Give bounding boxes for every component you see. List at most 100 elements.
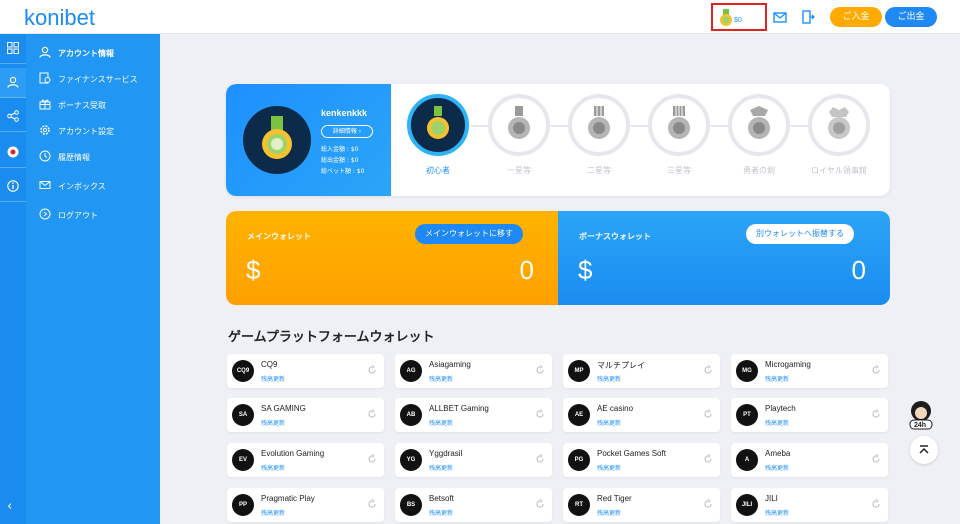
profile-summary: kenkenkkk 詳細情報 › 総入金額 : $0 総出金額 : $0 総ベッ… — [226, 84, 391, 196]
refresh-balance-link[interactable]: 残高更新 — [765, 418, 789, 427]
level-hero-sword[interactable]: 勇者の剣 — [728, 94, 790, 176]
main-wallet-card: メインウォレット メインウォレットに移す $ 0 — [226, 211, 558, 305]
platform-card[interactable]: RT Red Tiger 残高更新 — [563, 488, 720, 522]
refresh-icon[interactable] — [703, 454, 713, 464]
platform-card[interactable]: BS Betsoft 残高更新 — [395, 488, 552, 522]
sidebar-item-history[interactable]: 履歴情報 — [26, 145, 160, 171]
asiagaming-logo: AG — [400, 360, 422, 382]
platform-name: Playtech — [765, 404, 796, 413]
japan-flag-icon — [7, 146, 19, 158]
refresh-icon[interactable] — [871, 409, 881, 419]
platform-name: Asiagaming — [429, 360, 471, 369]
three-star-medal-icon — [668, 106, 690, 139]
back-to-top-button[interactable] — [910, 436, 938, 464]
sidebar-item-inbox[interactable]: インボックス — [26, 174, 160, 200]
refresh-icon[interactable] — [535, 454, 545, 464]
platform-card[interactable]: PG Pocket Games Soft 残高更新 — [563, 443, 720, 477]
refresh-icon[interactable] — [367, 499, 377, 509]
one-star-medal-icon — [508, 106, 530, 139]
platform-card[interactable]: MP マルチプレイ 残高更新 — [563, 354, 720, 388]
platform-card[interactable]: PT Playtech 残高更新 — [731, 398, 888, 432]
platform-card[interactable]: SA SA GAMING 残高更新 — [227, 398, 384, 432]
rail-language-button[interactable] — [0, 138, 26, 168]
refresh-balance-link[interactable]: 残高更新 — [429, 508, 453, 517]
refresh-balance-link[interactable]: 残高更新 — [765, 508, 789, 517]
level-badge — [648, 94, 710, 156]
platform-card[interactable]: AB ALLBET Gaming 残高更新 — [395, 398, 552, 432]
refresh-balance-link[interactable]: 残高更新 — [261, 508, 285, 517]
logo-text: konibet — [24, 5, 95, 30]
refresh-balance-link[interactable]: 残高更新 — [765, 463, 789, 472]
sidebar-item-bonus[interactable]: ボーナス受取 — [26, 93, 160, 119]
refresh-balance-link[interactable]: 残高更新 — [765, 374, 789, 383]
refresh-balance-link[interactable]: 残高更新 — [261, 463, 285, 472]
transfer-to-other-wallet-button[interactable]: 別ウォレットへ振替する — [746, 224, 854, 244]
platform-name: SA GAMING — [261, 404, 306, 413]
refresh-icon[interactable] — [703, 409, 713, 419]
platform-card[interactable]: AG Asiagaming 残高更新 — [395, 354, 552, 388]
refresh-icon[interactable] — [703, 365, 713, 375]
refresh-icon[interactable] — [535, 499, 545, 509]
platform-name: AE casino — [597, 404, 634, 413]
refresh-icon[interactable] — [535, 365, 545, 375]
konibet-logo[interactable]: konibet — [22, 4, 142, 30]
rail-user-button[interactable] — [0, 68, 26, 98]
refresh-balance-link[interactable]: 残高更新 — [261, 374, 285, 383]
refresh-balance-link[interactable]: 残高更新 — [261, 418, 285, 427]
balance-display[interactable]: $0 — [711, 3, 767, 31]
level-beginner[interactable]: 初心者 — [407, 94, 469, 176]
platform-wallets-title: ゲームプラットフォームウォレット — [228, 330, 435, 345]
platform-name: CQ9 — [261, 360, 278, 369]
royal-medal-icon — [828, 107, 850, 139]
refresh-icon[interactable] — [871, 365, 881, 375]
level-two-star[interactable]: 二星等 — [568, 94, 630, 176]
platform-card[interactable]: YG Yggdrasil 残高更新 — [395, 443, 552, 477]
rail-info-button[interactable] — [0, 172, 26, 202]
platform-card[interactable]: A Ameba 残高更新 — [731, 443, 888, 477]
sidebar-item-finance[interactable]: ファイナンスサービス — [26, 67, 160, 93]
withdraw-button[interactable]: ご出金 — [885, 7, 937, 27]
rail-grid-button[interactable] — [0, 34, 26, 64]
sidebar-item-label: 履歴情報 — [58, 153, 90, 162]
refresh-icon[interactable] — [871, 499, 881, 509]
refresh-balance-link[interactable]: 残高更新 — [429, 374, 453, 383]
level-three-star[interactable]: 三星等 — [648, 94, 710, 176]
rail-share-button[interactable] — [0, 102, 26, 132]
sidebar-item-logout[interactable]: ログアウト — [26, 203, 160, 229]
level-one-star[interactable]: 一星等 — [488, 94, 550, 176]
refresh-balance-link[interactable]: 残高更新 — [597, 508, 621, 517]
refresh-icon[interactable] — [367, 365, 377, 375]
detail-info-button[interactable]: 詳細情報 › — [321, 125, 373, 138]
level-name: 勇者の剣 — [743, 166, 775, 175]
platform-card[interactable]: AE AE casino 残高更新 — [563, 398, 720, 432]
sidebar-item-label: ログアウト — [58, 211, 98, 220]
platform-card[interactable]: CQ9 CQ9 残高更新 — [227, 354, 384, 388]
collapse-sidebar-button[interactable]: ‹ — [7, 499, 12, 514]
main-wallet-currency: $ — [246, 255, 261, 285]
hero-medal-icon — [748, 106, 770, 139]
deposit-button[interactable]: ご入金 — [830, 7, 882, 27]
refresh-icon[interactable] — [367, 409, 377, 419]
refresh-icon[interactable] — [367, 454, 377, 464]
platform-card[interactable]: MG Microgaming 残高更新 — [731, 354, 888, 388]
sidebar-item-label: ファイナンスサービス — [58, 75, 138, 84]
sidebar-item-account-info[interactable]: アカウント情報 — [26, 41, 160, 67]
mail-icon[interactable] — [772, 9, 788, 25]
platform-card[interactable]: EV Evolution Gaming 残高更新 — [227, 443, 384, 477]
logout-door-icon[interactable] — [800, 9, 816, 25]
support-24h-icon[interactable]: 24h — [906, 398, 938, 430]
sidebar-item-settings[interactable]: アカウント設定 — [26, 119, 160, 145]
refresh-balance-link[interactable]: 残高更新 — [597, 463, 621, 472]
platform-card[interactable]: JILI JILI 残高更新 — [731, 488, 888, 522]
refresh-icon[interactable] — [703, 499, 713, 509]
refresh-icon[interactable] — [535, 409, 545, 419]
platform-card[interactable]: PP Pragmatic Play 残高更新 — [227, 488, 384, 522]
refresh-balance-link[interactable]: 残高更新 — [429, 418, 453, 427]
refresh-icon[interactable] — [871, 454, 881, 464]
transfer-to-main-button[interactable]: メインウォレットに移す — [415, 224, 523, 244]
level-royal-consulate[interactable]: ロイヤル領事館 — [808, 94, 870, 176]
refresh-balance-link[interactable]: 残高更新 — [597, 374, 621, 383]
platform-name: Microgaming — [765, 360, 811, 369]
refresh-balance-link[interactable]: 残高更新 — [429, 463, 453, 472]
refresh-balance-link[interactable]: 残高更新 — [597, 418, 621, 427]
